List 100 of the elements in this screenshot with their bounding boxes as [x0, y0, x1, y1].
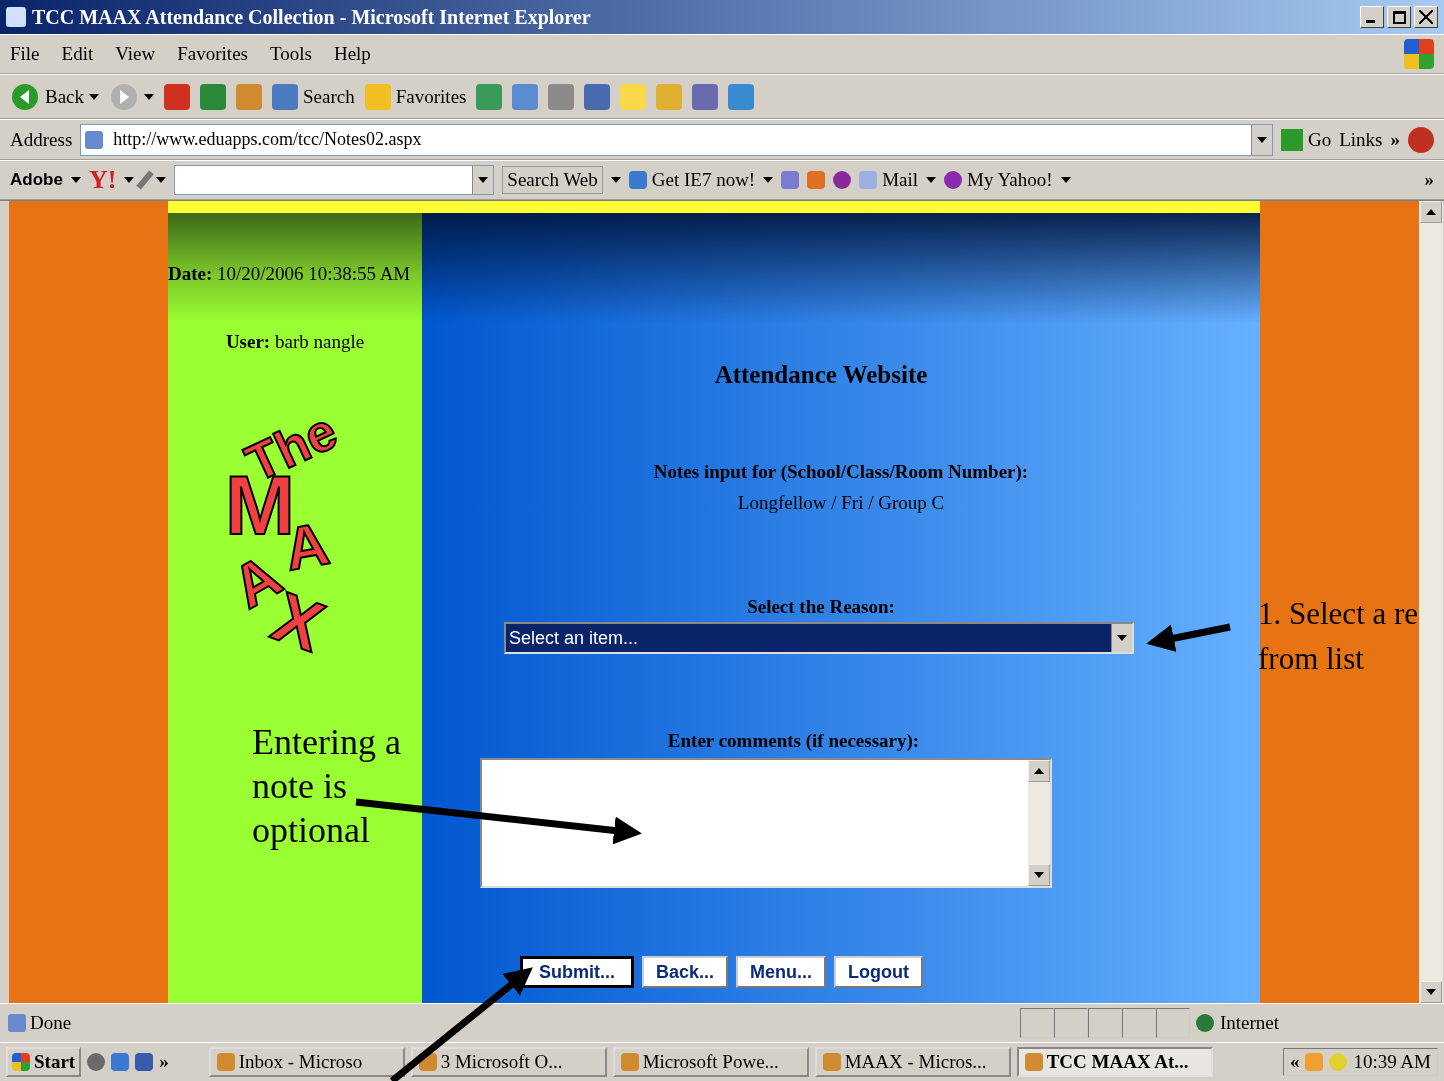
- toolbar-icon: [548, 83, 575, 110]
- browser-icon: [628, 171, 647, 189]
- back-button[interactable]: Back: [10, 81, 100, 112]
- annotation-text: 1. Select a re: [1258, 596, 1419, 632]
- form-button[interactable]: Submit...: [520, 956, 634, 988]
- search-web-button[interactable]: Search Web: [502, 166, 603, 194]
- taskbar-button[interactable]: MAAX - Micros...: [814, 1047, 1011, 1077]
- windows-logo-icon: [1404, 39, 1434, 69]
- menu-item[interactable]: Tools: [269, 43, 312, 65]
- caret-icon[interactable]: [926, 177, 937, 183]
- minimize-button[interactable]: [1360, 6, 1384, 28]
- window-title: TCC MAAX Attendance Collection - Microsoft Internet Explorer: [32, 5, 591, 29]
- research-button[interactable]: [692, 83, 719, 110]
- tray-expand-button[interactable]: «: [1289, 1051, 1300, 1073]
- toolbar-icon: [620, 83, 647, 110]
- stop-button[interactable]: [164, 83, 191, 110]
- status-pane: [1156, 1008, 1190, 1038]
- toolbar-icon: [272, 83, 299, 110]
- scroll-up-button[interactable]: [1028, 760, 1050, 782]
- address-label: Address: [10, 128, 73, 151]
- home-button[interactable]: [236, 83, 263, 110]
- status-pane: [1020, 1008, 1054, 1038]
- browser-icon: [6, 7, 26, 27]
- search-button[interactable]: Search: [272, 83, 355, 110]
- scroll-down-button[interactable]: [1028, 864, 1050, 886]
- quick-launch-icon[interactable]: [111, 1053, 130, 1071]
- go-button[interactable]: Go: [1281, 128, 1332, 151]
- dropdown-button[interactable]: [1251, 124, 1272, 155]
- address-field[interactable]: http://www.eduapps.com/tcc/Notes02.aspx: [80, 123, 1273, 156]
- search-field[interactable]: [174, 165, 495, 195]
- more-button[interactable]: »: [1424, 169, 1434, 191]
- get-ie7-button[interactable]: Get IE7 now!: [628, 169, 756, 191]
- form-button[interactable]: Menu...: [736, 956, 827, 988]
- favorites-button[interactable]: Favorites: [364, 83, 467, 110]
- comments-field[interactable]: [480, 758, 1052, 888]
- menu-item[interactable]: Edit: [61, 43, 94, 65]
- taskbar-button[interactable]: TCC MAAX At...: [1016, 1047, 1213, 1077]
- taskbar-button[interactable]: 3 Microsoft O...: [410, 1047, 607, 1077]
- menu-item[interactable]: File: [10, 43, 40, 65]
- page-icon: [85, 130, 104, 149]
- refresh-button[interactable]: [200, 83, 227, 110]
- toolbar-icon: [364, 83, 391, 110]
- forward-button[interactable]: [109, 81, 155, 112]
- reason-select[interactable]: Select an item...: [504, 622, 1134, 654]
- logo: The M A A X: [225, 417, 347, 667]
- caret-icon: [144, 93, 155, 100]
- taskbar-button[interactable]: Microsoft Powe...: [612, 1047, 809, 1077]
- user-text: User: barb nangle: [225, 331, 365, 353]
- menu-item[interactable]: Help: [333, 43, 371, 65]
- links-button[interactable]: Links: [1339, 128, 1383, 151]
- pdf-icon[interactable]: [1408, 126, 1434, 153]
- start-button[interactable]: Start: [6, 1047, 82, 1077]
- messenger-button[interactable]: [728, 83, 755, 110]
- caret-icon[interactable]: [156, 177, 167, 183]
- mail-button[interactable]: [512, 83, 539, 110]
- toolbar-icon: [164, 83, 191, 110]
- taskbar-button[interactable]: Inbox - Microso: [208, 1047, 405, 1077]
- notes-label: Notes input for (School/Class/Room Number):: [653, 461, 1029, 483]
- toolbar-icon: [584, 83, 611, 110]
- history-button[interactable]: [476, 83, 503, 110]
- toolbar-icon[interactable]: [833, 171, 852, 189]
- restore-button[interactable]: [1387, 6, 1411, 28]
- quick-launch-icon[interactable]: [87, 1053, 106, 1071]
- star-button[interactable]: [656, 83, 683, 110]
- mail-button[interactable]: Mail: [859, 169, 919, 191]
- toolbar-icon: [512, 83, 539, 110]
- menu-item[interactable]: View: [115, 43, 156, 65]
- date-text: Date: 10/20/2006 10:38:55 AM: [168, 263, 412, 285]
- toolbar-icon: [728, 83, 755, 110]
- edit-button[interactable]: [584, 83, 611, 110]
- caret-icon[interactable]: [70, 177, 81, 183]
- comments-label: Enter comments (if necessary):: [667, 730, 920, 752]
- caret-icon[interactable]: [763, 177, 774, 183]
- status-pane: [1054, 1008, 1088, 1038]
- clock: 10:39 AM: [1353, 1051, 1431, 1073]
- form-button[interactable]: Back...: [642, 956, 729, 988]
- status-text: Done: [8, 1012, 72, 1034]
- my-yahoo-button[interactable]: My Yahoo!: [944, 169, 1053, 191]
- toolbar-icon[interactable]: [807, 171, 826, 189]
- notes-value: Longfellow / Fri / Group C: [737, 492, 945, 514]
- toolbar-icon[interactable]: [781, 171, 800, 189]
- form-button[interactable]: Logout: [834, 956, 924, 988]
- print-button[interactable]: [548, 83, 575, 110]
- quick-launch-icon[interactable]: [135, 1053, 154, 1071]
- page-heading: Attendance Website: [714, 361, 928, 389]
- more-button[interactable]: »: [159, 1051, 169, 1073]
- menu-item[interactable]: Favorites: [177, 43, 248, 65]
- caret-icon: [89, 93, 100, 100]
- scroll-down-button[interactable]: [1420, 981, 1442, 1003]
- close-button[interactable]: [1414, 6, 1438, 28]
- annotation-text: Entering a note is optional: [252, 721, 402, 852]
- zone-text: Internet: [1190, 1012, 1436, 1034]
- toolbar-icon: [656, 83, 683, 110]
- adobe-button[interactable]: Adobe: [10, 170, 63, 190]
- toolbar-icon: [692, 83, 719, 110]
- caret-icon[interactable]: [610, 177, 621, 183]
- caret-icon[interactable]: [1060, 177, 1071, 183]
- toolbar-icon: [476, 83, 503, 110]
- more-links-button[interactable]: »: [1390, 128, 1400, 151]
- scroll-up-button[interactable]: [1420, 201, 1442, 223]
